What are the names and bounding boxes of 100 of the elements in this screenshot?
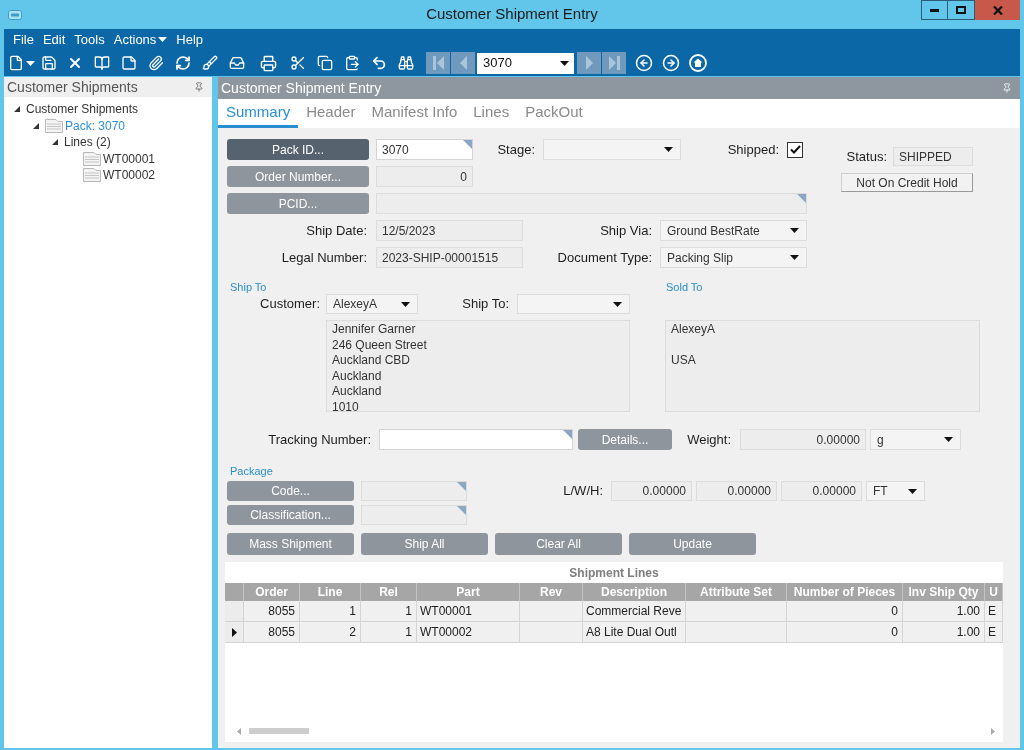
pcid-field[interactable]: [376, 193, 807, 214]
menu-item[interactable]: Edit: [38, 29, 70, 50]
dimension-field[interactable]: 0.00000: [781, 481, 862, 501]
skip-back-icon: [432, 56, 444, 70]
tab[interactable]: Header: [298, 99, 364, 128]
scissors-icon[interactable]: [289, 55, 306, 71]
tree-item[interactable]: WT00002: [103, 166, 156, 185]
dimensions-label: L/W/H:: [563, 482, 603, 501]
dimension-field[interactable]: 0.00000: [696, 481, 777, 501]
legal-number-label: Legal Number:: [281, 248, 367, 267]
section-heading: Ship To: [230, 281, 267, 293]
record-selector[interactable]: 3070: [477, 52, 574, 74]
row-selector[interactable]: [225, 622, 244, 642]
pin-icon[interactable]: [194, 82, 204, 92]
tree-item[interactable]: Lines (2): [64, 133, 111, 152]
tab[interactable]: PackOut: [517, 99, 591, 128]
table-cell-text: 1.00: [955, 624, 981, 641]
dimension-field[interactable]: 0.00000: [611, 481, 692, 501]
table-cell-text: 1: [404, 603, 413, 620]
menu-item[interactable]: Help: [172, 29, 208, 50]
book-icon[interactable]: [93, 55, 110, 71]
table-cell-text: 1.00: [955, 603, 981, 620]
tab[interactable]: Manifest Info: [363, 99, 466, 128]
code-field[interactable]: [361, 481, 467, 501]
menu-item[interactable]: File: [9, 29, 38, 50]
undo-icon[interactable]: [370, 55, 387, 71]
tab[interactable]: Lines: [465, 99, 518, 128]
new-document-icon[interactable]: [7, 55, 24, 71]
status-label: Status:: [846, 147, 887, 166]
ship-via-dropdown[interactable]: Ground BestRate: [660, 220, 807, 241]
copy-icon[interactable]: [316, 55, 333, 71]
minimize-icon: [930, 8, 939, 12]
close-button[interactable]: [975, 0, 1020, 20]
tree-item[interactable]: WT00001: [103, 149, 156, 168]
legal-number-field[interactable]: 2023-SHIP-00001515: [376, 247, 523, 268]
expanded-triangle-icon[interactable]: [14, 106, 20, 113]
brush-icon[interactable]: [201, 55, 218, 71]
caret-down-icon: [908, 488, 917, 494]
table-cell-text: 1: [404, 624, 413, 641]
expanded-triangle-icon[interactable]: [52, 139, 58, 146]
menu-item[interactable]: Actions: [109, 29, 172, 50]
home-icon[interactable]: [688, 54, 707, 72]
paperclip-icon[interactable]: [147, 55, 164, 71]
caret-down-icon: [790, 255, 799, 260]
table-cell-text: 0: [890, 624, 899, 641]
caret-down-icon: [664, 147, 673, 152]
ship-via-label: Ship Via:: [600, 221, 652, 240]
scrollbar-thumb[interactable]: [249, 728, 309, 734]
refresh-icon[interactable]: [174, 55, 191, 71]
tab[interactable]: Summary: [218, 99, 299, 128]
tray-icon[interactable]: [228, 55, 245, 71]
table-cell-text: WT00002: [419, 624, 474, 641]
ship-to-label: Ship To:: [462, 295, 509, 314]
weight-unit-dropdown[interactable]: g: [870, 429, 961, 450]
maximize-icon: [956, 6, 966, 14]
shipped-checkbox[interactable]: [787, 141, 803, 158]
table-cell-text: Commercial Reve: [585, 603, 683, 620]
weight-field[interactable]: 0.00000: [740, 429, 866, 450]
table-cell-text: 0: [890, 603, 899, 620]
classification-field[interactable]: [361, 505, 467, 525]
table-cell-text: E: [987, 603, 997, 620]
tracking-number-field[interactable]: [379, 429, 573, 450]
section-heading: Sold To: [666, 281, 703, 293]
document-type-dropdown[interactable]: Packing Slip: [660, 247, 807, 268]
caret-down-icon: [944, 437, 953, 442]
corner-triangle-icon: [463, 140, 472, 149]
customer-dropdown[interactable]: AlexeyA: [326, 294, 418, 314]
dimension-unit-dropdown[interactable]: FT: [866, 481, 925, 501]
tree-item[interactable]: Customer Shipments: [26, 100, 139, 119]
tree-item[interactable]: Pack: 3070: [65, 116, 126, 135]
binoculars-icon[interactable]: [397, 55, 414, 71]
save-icon[interactable]: [40, 55, 57, 71]
scroll-right-icon: [991, 727, 995, 735]
expanded-triangle-icon[interactable]: [33, 122, 39, 129]
minimize-button[interactable]: [921, 0, 948, 20]
table-cell-text: A8 Lite Dual Outl: [585, 624, 678, 641]
table-cell-text: WT00001: [419, 603, 474, 620]
window-icon: [8, 9, 22, 20]
table-cell-text: 2: [348, 624, 357, 641]
printer-icon[interactable]: [260, 54, 277, 72]
table-cell-text: 1: [348, 603, 357, 620]
panel-title: Customer Shipment Entry: [221, 78, 382, 98]
paste-icon[interactable]: [343, 55, 360, 71]
shipped-label: Shipped:: [727, 140, 779, 159]
triangle-right-icon: [585, 56, 593, 70]
pack-id-field[interactable]: 3070: [376, 139, 473, 160]
note-icon[interactable]: [120, 55, 137, 71]
window-title: Customer Shipment Entry: [426, 4, 598, 25]
menu-item[interactable]: Tools: [70, 29, 109, 50]
pack-id-button[interactable]: Pack ID...: [227, 139, 369, 160]
address-box[interactable]: Jennifer Garner 246 Queen Street Auckland CBD Auckland Auckland 1010: [326, 320, 630, 412]
address-box[interactable]: AlexeyA USA: [665, 320, 980, 412]
status-field[interactable]: SHIPPED: [893, 147, 973, 166]
customer-label: Customer:: [260, 295, 320, 314]
panel-title: Customer Shipments: [7, 77, 138, 97]
ship-date-field[interactable]: 12/5/2023: [376, 220, 523, 241]
stage-label: Stage:: [497, 140, 535, 159]
close-icon: [992, 5, 1003, 15]
caret-down-icon: [401, 301, 410, 307]
credit-hold-button[interactable]: Not On Credit Hold: [841, 173, 973, 192]
